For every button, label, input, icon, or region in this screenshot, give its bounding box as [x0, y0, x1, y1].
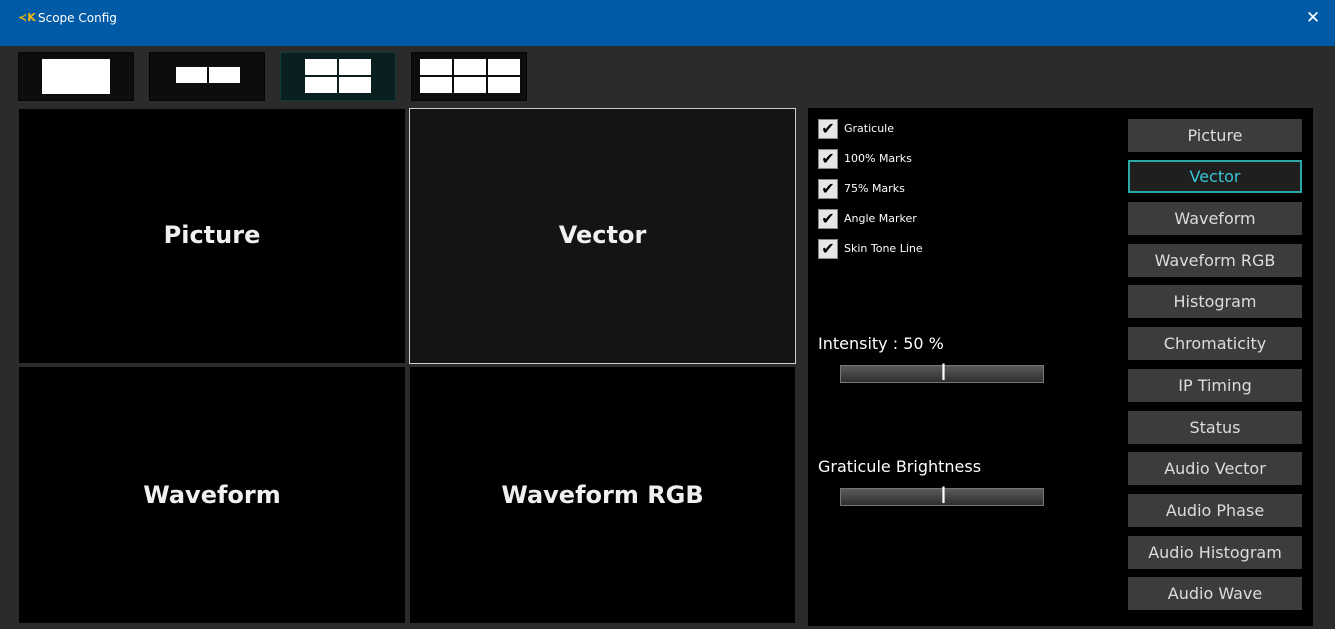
graticule-brightness-label: Graticule Brightness — [818, 457, 982, 476]
title-bar: ≺K Scope Config ✕ — [0, 0, 1335, 46]
pane-label: Picture — [163, 221, 261, 249]
pane-label: Vector — [558, 221, 647, 249]
scope-waveform-rgb-button[interactable]: Waveform RGB — [1128, 244, 1302, 277]
intensity-slider[interactable]: I — [840, 361, 1044, 386]
scope-ip-timing-button[interactable]: IP Timing — [1128, 369, 1302, 402]
layout-single-button[interactable] — [18, 52, 134, 101]
scope-picture-button[interactable]: Picture — [1128, 119, 1302, 152]
checkmark-icon: ✔ — [818, 179, 838, 199]
scope-waveform-button[interactable]: Waveform — [1128, 202, 1302, 235]
checkbox-label: 100% Marks — [844, 152, 912, 165]
scope-audio-wave-button[interactable]: Audio Wave — [1128, 577, 1302, 610]
pane-top-left[interactable]: Picture — [18, 108, 406, 364]
scope-chromaticity-button[interactable]: Chromaticity — [1128, 327, 1302, 360]
graticule-brightness-slider[interactable]: I — [840, 484, 1044, 509]
layout-cell-icon — [420, 77, 452, 93]
scope-audio-histogram-button[interactable]: Audio Histogram — [1128, 536, 1302, 569]
layout-cell-icon — [488, 59, 520, 75]
layout-cell-icon — [339, 59, 371, 75]
layout-cell-icon — [209, 67, 240, 83]
intensity-label: Intensity : 50 % — [818, 334, 944, 353]
checkmark-icon: ✔ — [818, 149, 838, 169]
pane-bottom-right[interactable]: Waveform RGB — [409, 366, 796, 624]
checkbox-label: Angle Marker — [844, 212, 917, 225]
layout-cell-icon — [176, 67, 207, 83]
checkbox-label: Skin Tone Line — [844, 242, 923, 255]
scope-histogram-button[interactable]: Histogram — [1128, 285, 1302, 318]
scope-vector-button[interactable]: Vector — [1128, 160, 1302, 193]
layout-dual-button[interactable] — [149, 52, 265, 101]
checkmark-icon: ✔ — [818, 209, 838, 229]
layout-cell-icon — [42, 59, 110, 94]
pane-bottom-left[interactable]: Waveform — [18, 366, 406, 624]
layout-quad-button[interactable] — [280, 52, 396, 101]
layout-cell-icon — [420, 59, 452, 75]
layout-cell-icon — [454, 59, 486, 75]
checkmark-icon: ✔ — [818, 119, 838, 139]
scope-audio-phase-button[interactable]: Audio Phase — [1128, 494, 1302, 527]
pane-label: Waveform RGB — [501, 481, 704, 509]
slider-handle-icon[interactable]: I — [940, 361, 947, 389]
close-button[interactable]: ✕ — [1300, 8, 1326, 28]
scope-audio-vector-button[interactable]: Audio Vector — [1128, 452, 1302, 485]
layout-cell-icon — [339, 77, 371, 93]
pane-label: Waveform — [143, 481, 281, 509]
layout-six-button[interactable] — [411, 52, 527, 101]
scope-status-button[interactable]: Status — [1128, 411, 1302, 444]
slider-handle-icon[interactable]: I — [940, 484, 947, 512]
pane-top-right[interactable]: Vector — [409, 108, 796, 364]
layout-cell-icon — [305, 59, 337, 75]
app-logo-icon: ≺K — [18, 11, 36, 24]
layout-cell-icon — [305, 77, 337, 93]
checkbox-label: 75% Marks — [844, 182, 905, 195]
settings-panel: ✔ Graticule ✔ 100% Marks ✔ 75% Marks ✔ A… — [808, 108, 1313, 626]
checkmark-icon: ✔ — [818, 239, 838, 259]
window-title: Scope Config — [38, 11, 117, 25]
checkbox-label: Graticule — [844, 122, 894, 135]
layout-cell-icon — [454, 77, 486, 93]
layout-cell-icon — [488, 77, 520, 93]
